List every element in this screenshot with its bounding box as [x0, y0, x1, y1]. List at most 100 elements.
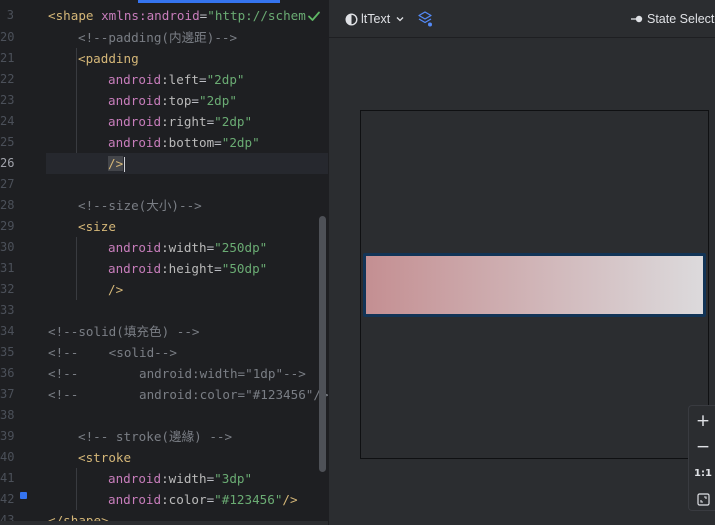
- code-line-36: <!-- android:width="1dp"-->: [48, 363, 328, 384]
- layers-toggle-button[interactable]: [417, 0, 433, 38]
- line-number: 31: [0, 261, 15, 275]
- editor-horizontal-scrollbar[interactable]: [0, 521, 328, 525]
- line-number: 29: [0, 219, 15, 233]
- code-line-40: <stroke: [78, 447, 328, 468]
- code-token: <size: [78, 219, 116, 234]
- code-token: android: [108, 471, 162, 486]
- code-line-32: />: [108, 279, 328, 300]
- preview-canvas[interactable]: + − 1:1: [329, 39, 715, 525]
- code-token: android: [108, 240, 162, 255]
- theme-selector[interactable]: ltText: [345, 0, 405, 38]
- code-token: />: [108, 282, 124, 297]
- code-line-35: <!-- <solid-->: [48, 342, 328, 363]
- code-token: :right: [161, 114, 207, 129]
- code-token: />: [282, 492, 298, 507]
- code-token: :left: [161, 72, 199, 87]
- code-token: "50dp": [221, 261, 268, 276]
- line-number: 37: [0, 387, 15, 401]
- code-editor[interactable]: 3 20 21 22 23 24 25 26 27 28 29 30 31 32…: [0, 0, 328, 525]
- code-token: <stroke: [78, 450, 132, 465]
- code-token: :height: [161, 261, 215, 276]
- code-token: android: [108, 261, 162, 276]
- theme-selector-label: ltText: [361, 12, 391, 26]
- zoom-controls: + − 1:1: [688, 405, 715, 511]
- zoom-in-button[interactable]: +: [689, 408, 715, 434]
- code-area[interactable]: <shape xmlns:android="http://schem <!--p…: [46, 0, 328, 525]
- line-number: 22: [0, 72, 15, 86]
- state-toggle-icon: [631, 15, 643, 23]
- code-token: "250dp": [214, 240, 268, 255]
- code-line-29: <size: [78, 216, 328, 237]
- indent-guide: [76, 468, 77, 510]
- line-number: 32: [0, 282, 15, 296]
- code-line-23: android:top="2dp": [108, 93, 237, 108]
- shape-drawable-preview: [363, 253, 706, 317]
- code-token: android: [108, 72, 162, 87]
- code-token: :bottom: [161, 135, 215, 150]
- line-number-gutter: 3 20 21 22 23 24 25 26 27 28 29 30 31 32…: [0, 0, 46, 525]
- code-comment: <!-- stroke(邊緣) -->: [78, 429, 233, 444]
- code-token: <shape: [48, 8, 94, 23]
- code-line-20: <!--padding(内邊距)-->: [78, 27, 328, 48]
- code-line-39: <!-- stroke(邊緣) -->: [78, 426, 328, 447]
- line-number: 3: [6, 8, 14, 22]
- line-number: 20: [0, 30, 15, 44]
- state-selector-label: State Selecto: [647, 12, 715, 26]
- line-number: 38: [0, 408, 15, 422]
- line-number: 41: [0, 471, 15, 485]
- code-line-3: <shape xmlns:android="http://schem: [48, 5, 328, 26]
- chevron-down-icon: [396, 17, 404, 22]
- code-line-37: <!-- android:color="#123456"/>: [48, 384, 328, 405]
- code-token: :color: [161, 492, 207, 507]
- line-number: 27: [0, 177, 15, 191]
- code-comment: <!-- android:color="#123456"/>: [48, 387, 328, 402]
- line-number: 25: [0, 135, 15, 149]
- code-line-26-current: />: [46, 153, 328, 174]
- code-line-30: android:width="250dp": [108, 240, 268, 255]
- code-line-21: <padding: [78, 48, 328, 69]
- line-number: 24: [0, 114, 15, 128]
- line-number: 21: [0, 51, 15, 65]
- line-number: 28: [0, 198, 15, 212]
- code-line-34: <!--solid(填充色) -->: [48, 321, 328, 342]
- code-token: android: [108, 492, 162, 507]
- line-number: 39: [0, 429, 15, 443]
- code-comment: <!-- android:width="1dp"-->: [48, 366, 306, 381]
- code-line-28: <!--size(大小)-->: [78, 195, 328, 216]
- line-number: 34: [0, 324, 15, 338]
- code-token: android: [108, 93, 162, 108]
- editor-vertical-scrollbar[interactable]: [319, 216, 326, 472]
- code-comment: <!-- <solid-->: [48, 345, 177, 360]
- line-number: 23: [0, 93, 15, 107]
- bookmark-marker[interactable]: [20, 492, 27, 499]
- zoom-out-button[interactable]: −: [689, 434, 715, 460]
- code-token: android: [108, 135, 162, 150]
- zoom-actual-size-button[interactable]: 1:1: [689, 460, 715, 486]
- no-problems-check-icon[interactable]: [307, 9, 321, 23]
- layers-icon: [418, 11, 432, 27]
- code-token: "2dp": [199, 93, 237, 108]
- code-line-25: android:bottom="2dp": [108, 135, 260, 150]
- zoom-fit-icon: [696, 492, 710, 506]
- code-line-24: android:right="2dp": [108, 114, 253, 129]
- code-comment: <!--size(大小)-->: [78, 198, 202, 213]
- line-number: 36: [0, 366, 15, 380]
- line-number: 30: [0, 240, 15, 254]
- state-selector-button[interactable]: State Selecto: [631, 0, 715, 38]
- code-token: "2dp": [214, 114, 253, 129]
- code-token: :width: [161, 240, 207, 255]
- code-token: />: [108, 156, 124, 171]
- code-line-31: android:height="50dp": [108, 261, 268, 276]
- code-token: "2dp": [221, 135, 260, 150]
- code-token: "http://schem: [207, 8, 306, 23]
- text-caret: [124, 157, 126, 172]
- design-preview-panel: ltText State Selecto + − 1:1: [328, 0, 715, 525]
- preview-toolbar: ltText State Selecto: [329, 0, 715, 38]
- line-number: 40: [0, 450, 15, 464]
- code-line-41: android:width="3dp": [108, 471, 253, 486]
- code-token: "#123456": [214, 492, 283, 507]
- code-token: :top: [161, 93, 192, 108]
- code-comment: <!--padding(内邊距)-->: [78, 30, 238, 45]
- zoom-to-fit-button[interactable]: [689, 486, 715, 512]
- theme-contrast-icon: [345, 12, 358, 26]
